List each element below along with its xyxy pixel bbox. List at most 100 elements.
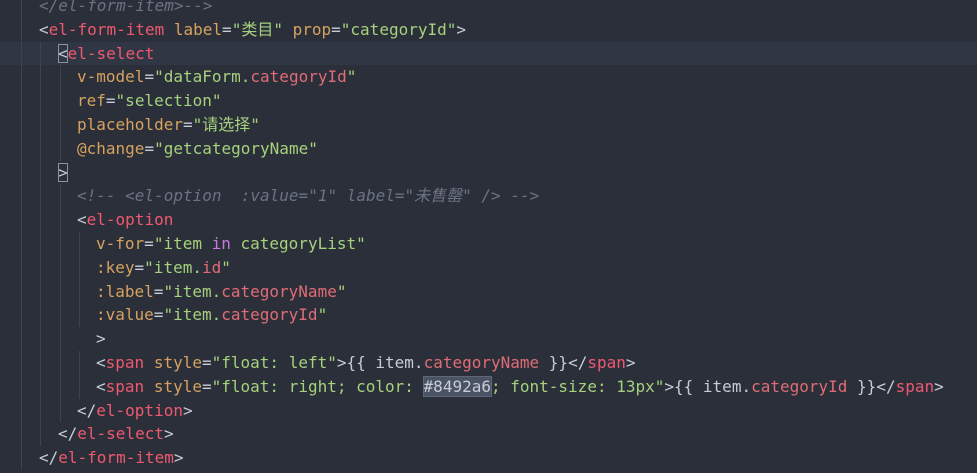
code-line[interactable]: <!-- <el-option :value="1" label="未售罄" /… [0, 184, 977, 209]
code-token: = [153, 281, 164, 301]
code-line-content: </el-select> [58, 422, 174, 446]
indent-guide [79, 231, 80, 256]
code-line-content: </el-form-item>--> [39, 0, 212, 18]
code-token: {{ item. [674, 376, 752, 396]
code-token: = [201, 376, 212, 396]
code-token: = [144, 138, 155, 158]
code-token: "dataForm. [154, 67, 251, 87]
code-token: </ [39, 448, 59, 468]
code-token: < [77, 210, 87, 230]
code-token: :key [96, 257, 135, 277]
code-line[interactable]: <span style="float: left">{{ item.catego… [0, 350, 977, 375]
code-token: categoryList" [230, 233, 366, 253]
code-token: " [317, 305, 328, 325]
indent-guide [40, 112, 41, 137]
code-token: placeholder [77, 114, 183, 134]
code-line-content: <span style="float: right; color: #8492a… [96, 375, 944, 399]
code-token: in [211, 233, 231, 253]
code-line[interactable]: <el-form-item label="类目" prop="categoryI… [0, 17, 977, 42]
code-line-content: </el-option> [77, 399, 193, 423]
code-token: </ [568, 352, 588, 372]
indent-guide [79, 279, 80, 304]
code-token: = [201, 352, 212, 372]
code-line[interactable]: v-for="item in categoryList" [0, 231, 977, 256]
code-token: span [895, 376, 935, 396]
code-token: v-for [96, 233, 145, 253]
indent-guide [40, 184, 41, 209]
code-token: label [173, 19, 223, 39]
code-token: style [153, 376, 202, 396]
indent-guide [40, 398, 41, 423]
code-token: span [105, 376, 145, 396]
code-line[interactable]: placeholder="请选择" [0, 112, 977, 137]
code-token: el-select [77, 424, 164, 444]
code-token: "float: left" [211, 352, 337, 372]
code-token: "categoryId" [340, 19, 457, 39]
code-token: }} [847, 376, 877, 396]
indent-guide [60, 279, 61, 304]
code-token: = [144, 67, 155, 87]
code-token: </el-form-item>--> [39, 0, 213, 15]
code-token: = [222, 19, 232, 39]
code-line[interactable]: </el-form-item> [0, 446, 977, 470]
code-line-content: @change="getcategoryName" [77, 137, 318, 161]
code-token: " [346, 67, 357, 87]
indent-guide [60, 303, 61, 328]
indent-guide [60, 65, 61, 90]
indent-guide [79, 374, 80, 399]
code-line-content: <el-option [77, 208, 173, 232]
indent-guide [60, 398, 61, 423]
code-token: el-option [86, 210, 174, 230]
code-line[interactable]: > [0, 160, 977, 185]
indent-guide [40, 65, 41, 90]
code-line[interactable]: :key="item.id" [0, 255, 977, 280]
code-token: "selection" [115, 91, 222, 111]
code-line[interactable]: <el-option [0, 208, 977, 232]
code-line-content: ref="selection" [77, 89, 222, 113]
indent-guide [60, 327, 61, 351]
indent-guide [60, 255, 61, 280]
indent-guide [79, 255, 80, 280]
code-line[interactable]: </el-form-item>--> [0, 0, 977, 18]
code-token: "请选择" [192, 114, 260, 134]
code-token: > [163, 424, 174, 444]
code-token: > [173, 448, 184, 468]
indent-guide [60, 112, 61, 137]
code-line[interactable]: :label="item.categoryName" [0, 279, 977, 304]
code-line[interactable]: ref="selection" [0, 89, 977, 113]
code-line[interactable]: </el-option> [0, 398, 977, 423]
code-token: </ [58, 424, 78, 444]
indent-guide [40, 279, 41, 304]
code-token: v-model [77, 67, 145, 87]
code-line[interactable]: </el-select> [0, 422, 977, 447]
indent-guide [21, 17, 22, 42]
code-token: > [182, 400, 193, 420]
indent-guide [21, 184, 22, 209]
indent-guide [40, 303, 41, 328]
code-line[interactable]: <el-select [0, 41, 977, 66]
code-line[interactable]: > [0, 327, 977, 351]
indent-guide [21, 327, 22, 351]
indent-guide [21, 303, 22, 328]
code-line[interactable]: @change="getcategoryName" [0, 136, 977, 161]
code-line[interactable]: <span style="float: right; color: #8492a… [0, 374, 977, 399]
indent-guide [21, 65, 22, 90]
indent-guide [40, 327, 41, 351]
code-token: categoryName [221, 281, 337, 301]
indent-guide [21, 208, 22, 232]
code-token: id [201, 257, 222, 277]
code-token: :label [96, 281, 154, 301]
code-lines[interactable]: </el-form-item>--> <el-form-item label="类… [0, 0, 977, 470]
indent-guide [21, 89, 22, 113]
code-token: el-form-item [58, 448, 174, 468]
code-editor[interactable]: </el-form-item>--> <el-form-item label="类… [0, 0, 977, 473]
code-token: "类目" [231, 19, 283, 39]
code-token: <!-- <el-option :value="1" label="未售罄" /… [77, 186, 540, 206]
code-line[interactable]: :value="item.categoryId" [0, 303, 977, 328]
code-line[interactable]: v-model="dataForm.categoryId" [0, 65, 977, 90]
code-token: }} [539, 352, 569, 372]
indent-guide [40, 41, 41, 66]
